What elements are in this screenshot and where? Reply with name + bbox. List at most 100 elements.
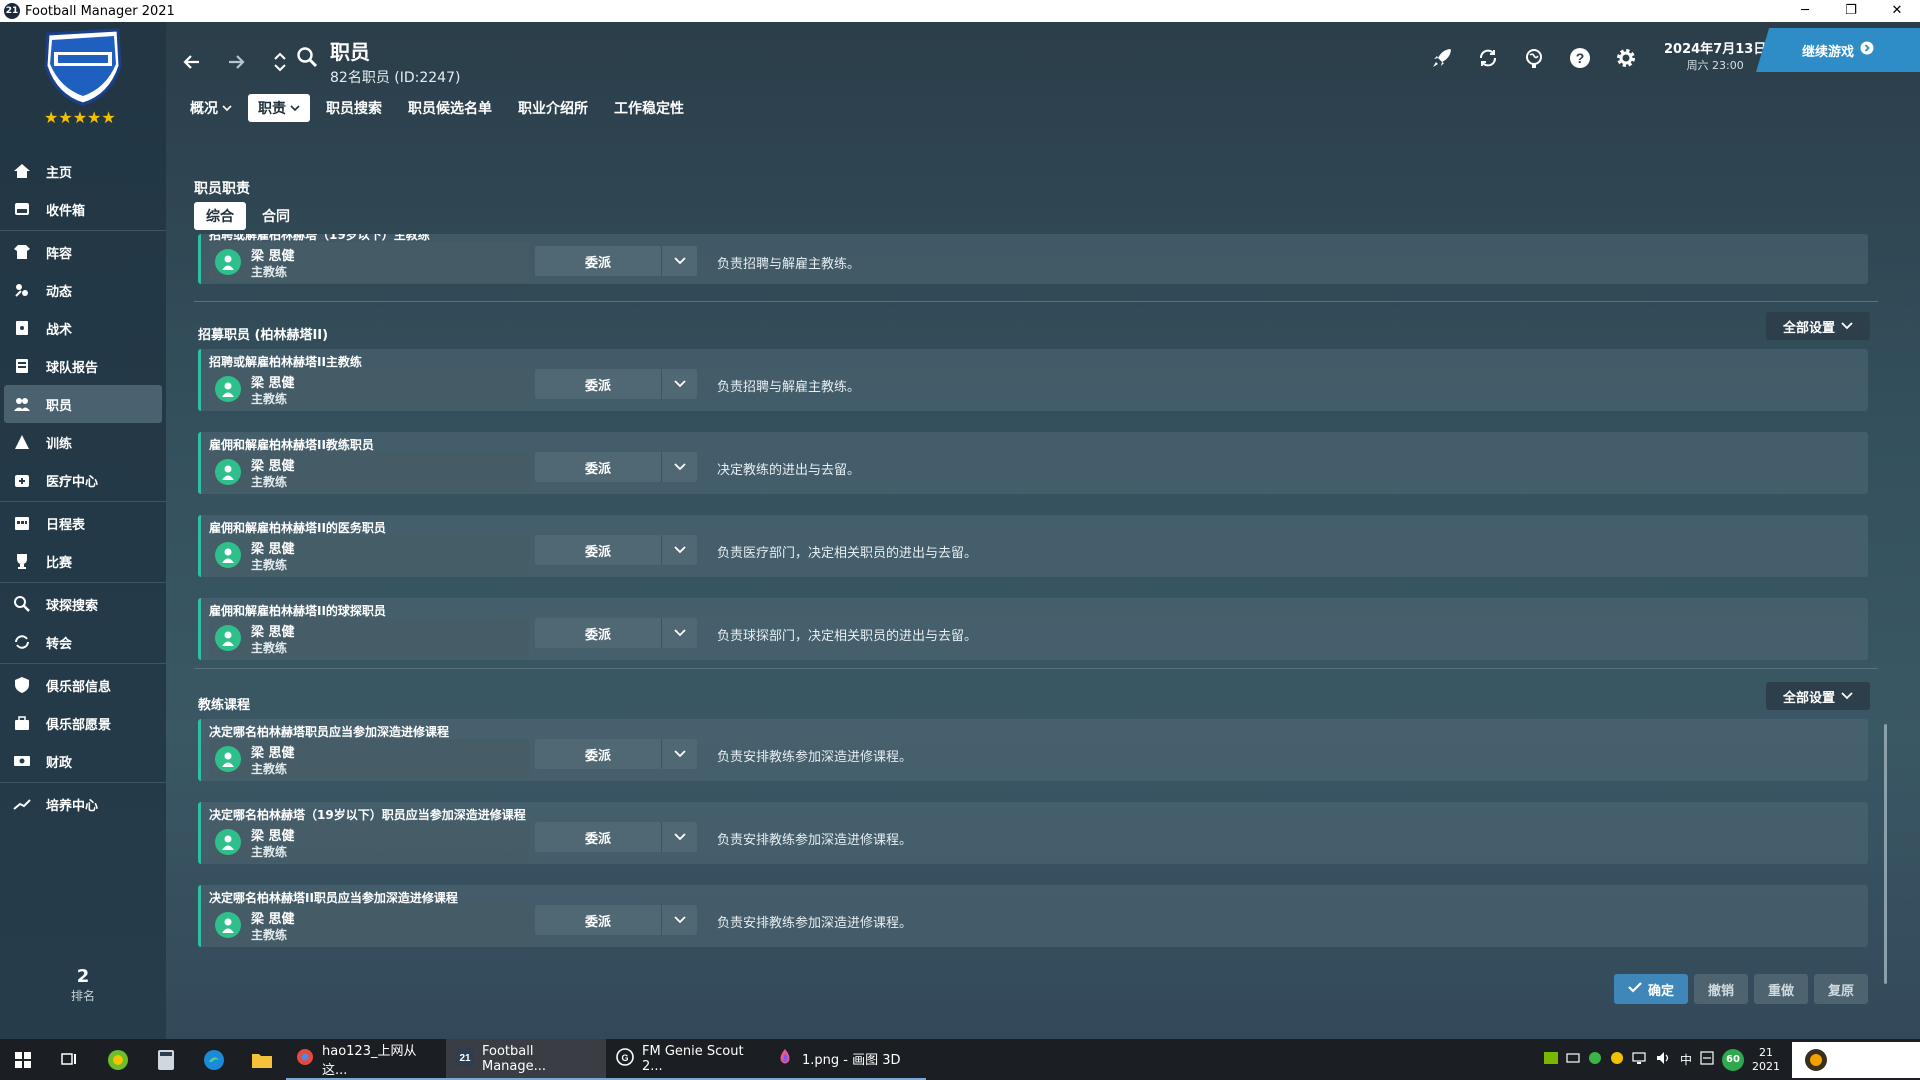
nvidia-icon[interactable] xyxy=(1543,1052,1558,1067)
sidebar-item-scouting[interactable]: 球探搜索 xyxy=(0,585,166,623)
world-icon[interactable] xyxy=(1520,44,1548,72)
person-name: 梁 思健 xyxy=(251,459,295,474)
assigned-person[interactable]: 梁 思健 主教练 xyxy=(209,452,529,492)
assign-dropdown[interactable]: 委派 xyxy=(535,535,697,565)
sidebar-item-finance[interactable]: 财政 xyxy=(0,742,166,780)
refresh-icon[interactable] xyxy=(1474,44,1502,72)
assigned-person[interactable]: 梁 思健 主教练 xyxy=(209,242,529,282)
confirm-button[interactable]: 确定 xyxy=(1614,974,1689,1004)
assign-dropdown[interactable]: 委派 xyxy=(535,246,697,276)
edge-icon[interactable] xyxy=(190,1039,238,1080)
system-clock[interactable]: 21 2021 xyxy=(1752,1046,1780,1074)
responsibility-title: 雇佣和解雇柏林赫塔II的医务职员 xyxy=(209,521,386,535)
subtab-general[interactable]: 综合 xyxy=(194,202,246,230)
weather-icon[interactable] xyxy=(1610,1051,1624,1068)
responsibility-row: 决定哪名柏林赫塔（19岁以下）职员应当参加深造进修课程 梁 思健 主教练 委派 … xyxy=(198,802,1868,864)
up-down-chevron-icon[interactable] xyxy=(264,46,296,78)
assigned-person[interactable]: 梁 思健 主教练 xyxy=(209,535,529,575)
chevron-down-icon xyxy=(661,822,697,852)
dynamics-icon xyxy=(12,280,32,300)
assign-dropdown[interactable]: 委派 xyxy=(535,822,697,852)
browser-icon[interactable] xyxy=(94,1039,142,1080)
gear-icon[interactable] xyxy=(1612,44,1640,72)
sidebar-item-team-report[interactable]: 球队报告 xyxy=(0,347,166,385)
page-title: 职员 xyxy=(330,40,370,64)
file-explorer-icon[interactable] xyxy=(238,1039,286,1080)
sidebar-item-label: 主页 xyxy=(46,165,73,181)
scrollbar-thumb[interactable] xyxy=(1884,724,1887,984)
assign-dropdown[interactable]: 委派 xyxy=(535,905,697,935)
sidebar-item-label: 俱乐部信息 xyxy=(46,679,112,695)
sidebar-item-home[interactable]: 主页 xyxy=(0,152,166,190)
undo-button[interactable]: 撤销 xyxy=(1694,974,1749,1004)
sidebar-item-tactics[interactable]: 战术 xyxy=(0,309,166,347)
windows-start-icon[interactable] xyxy=(0,1039,46,1080)
input-mode-icon[interactable] xyxy=(1700,1051,1714,1068)
app-badge-counter[interactable]: 60 xyxy=(1722,1048,1744,1071)
assign-dropdown[interactable]: 委派 xyxy=(535,618,697,648)
sidebar-item-club-info[interactable]: 俱乐部信息 xyxy=(0,666,166,704)
volume-icon[interactable] xyxy=(1656,1051,1672,1068)
set-all-dropdown[interactable]: 全部设置 xyxy=(1766,312,1870,340)
sidebar-item-label: 比赛 xyxy=(46,555,73,571)
assigned-person[interactable]: 梁 思健 主教练 xyxy=(209,739,529,779)
tab-staff-search[interactable]: 职员搜索 xyxy=(316,94,392,122)
sidebar-item-competitions[interactable]: 比赛 xyxy=(0,542,166,580)
ime-indicator[interactable]: 中 xyxy=(1680,1051,1692,1068)
redo-button[interactable]: 重做 xyxy=(1754,974,1809,1004)
close-icon[interactable]: ✕ xyxy=(1874,0,1920,22)
assign-dropdown[interactable]: 委派 xyxy=(535,452,697,482)
taskbar-app-paint3d[interactable]: 1.png - 画图 3D xyxy=(766,1039,926,1080)
tab-overview[interactable]: 概况 xyxy=(180,94,242,122)
sidebar-item-club-vision[interactable]: 俱乐部愿景 xyxy=(0,704,166,742)
reset-button[interactable]: 复原 xyxy=(1814,974,1869,1004)
rocket-icon[interactable] xyxy=(1428,44,1456,72)
calculator-icon[interactable] xyxy=(142,1039,190,1080)
sidebar-item-squad[interactable]: 阵容 xyxy=(0,233,166,271)
set-all-dropdown[interactable]: 全部设置 xyxy=(1766,682,1870,710)
subtab-contract[interactable]: 合同 xyxy=(250,202,302,230)
assigned-person[interactable]: 梁 思健 主教练 xyxy=(209,369,529,409)
vision-icon xyxy=(12,713,32,733)
taskbar-app-genie-scout[interactable]: G FM Genie Scout 2... xyxy=(606,1039,766,1080)
restore-icon[interactable]: ❐ xyxy=(1828,0,1874,22)
sidebar-item-training[interactable]: 训练 xyxy=(0,423,166,461)
task-view-icon[interactable] xyxy=(46,1039,94,1080)
sidebar-item-staff[interactable]: 职员 xyxy=(4,385,162,423)
security-icon[interactable] xyxy=(1588,1051,1602,1068)
responsibility-title: 决定哪名柏林赫塔II职员应当参加深造进修课程 xyxy=(209,891,458,905)
tab-job-centre[interactable]: 职业介绍所 xyxy=(508,94,598,122)
assign-dropdown[interactable]: 委派 xyxy=(535,739,697,769)
tab-staff-shortlist[interactable]: 职员候选名单 xyxy=(398,94,502,122)
assign-dropdown[interactable]: 委派 xyxy=(535,369,697,399)
minimize-icon[interactable]: ─ xyxy=(1782,0,1828,22)
sidebar-item-transfers[interactable]: 转会 xyxy=(0,623,166,661)
taskbar-app-browser[interactable]: hao123_上网从这... xyxy=(286,1039,446,1080)
sidebar-item-medical[interactable]: 医疗中心 xyxy=(0,461,166,499)
game-date[interactable]: 2024年7月13日 周六 23:00 xyxy=(1664,38,1766,73)
league-rank[interactable]: 2 排名 xyxy=(40,966,126,1004)
sidebar-item-inbox[interactable]: 收件箱 xyxy=(0,190,166,228)
assigned-person[interactable]: 梁 思健 主教练 xyxy=(209,822,529,862)
sidebar-item-dynamics[interactable]: 动态 xyxy=(0,271,166,309)
sidebar-item-schedule[interactable]: 日程表 xyxy=(0,504,166,542)
network-icon[interactable] xyxy=(1632,1051,1648,1068)
forward-arrow-icon[interactable] xyxy=(220,46,252,78)
help-icon[interactable]: ? xyxy=(1566,44,1594,72)
back-arrow-icon[interactable] xyxy=(176,46,208,78)
search-icon[interactable] xyxy=(296,46,318,72)
sidebar-item-development-centre[interactable]: 培养中心 xyxy=(0,785,166,823)
notification-popup[interactable] xyxy=(1792,1041,1920,1078)
assigned-person[interactable]: 梁 思健 主教练 xyxy=(209,618,529,658)
assigned-person[interactable]: 梁 思健 主教练 xyxy=(209,905,529,945)
continue-button[interactable]: 继续游戏 xyxy=(1756,28,1920,72)
chevron-down-icon xyxy=(661,246,697,276)
sidebar-item-label: 球队报告 xyxy=(46,360,99,376)
tab-job-security[interactable]: 工作稳定性 xyxy=(604,94,694,122)
taskbar-app-football-manager[interactable]: 21 Football Manage... xyxy=(446,1039,606,1080)
tab-responsibilities[interactable]: 职责 xyxy=(248,94,310,122)
club-crest-icon[interactable] xyxy=(40,26,126,106)
paint3d-icon xyxy=(776,1048,794,1070)
responsibility-description: 决定教练的进出与去留。 xyxy=(717,463,861,478)
keyboard-icon[interactable] xyxy=(1566,1052,1580,1067)
